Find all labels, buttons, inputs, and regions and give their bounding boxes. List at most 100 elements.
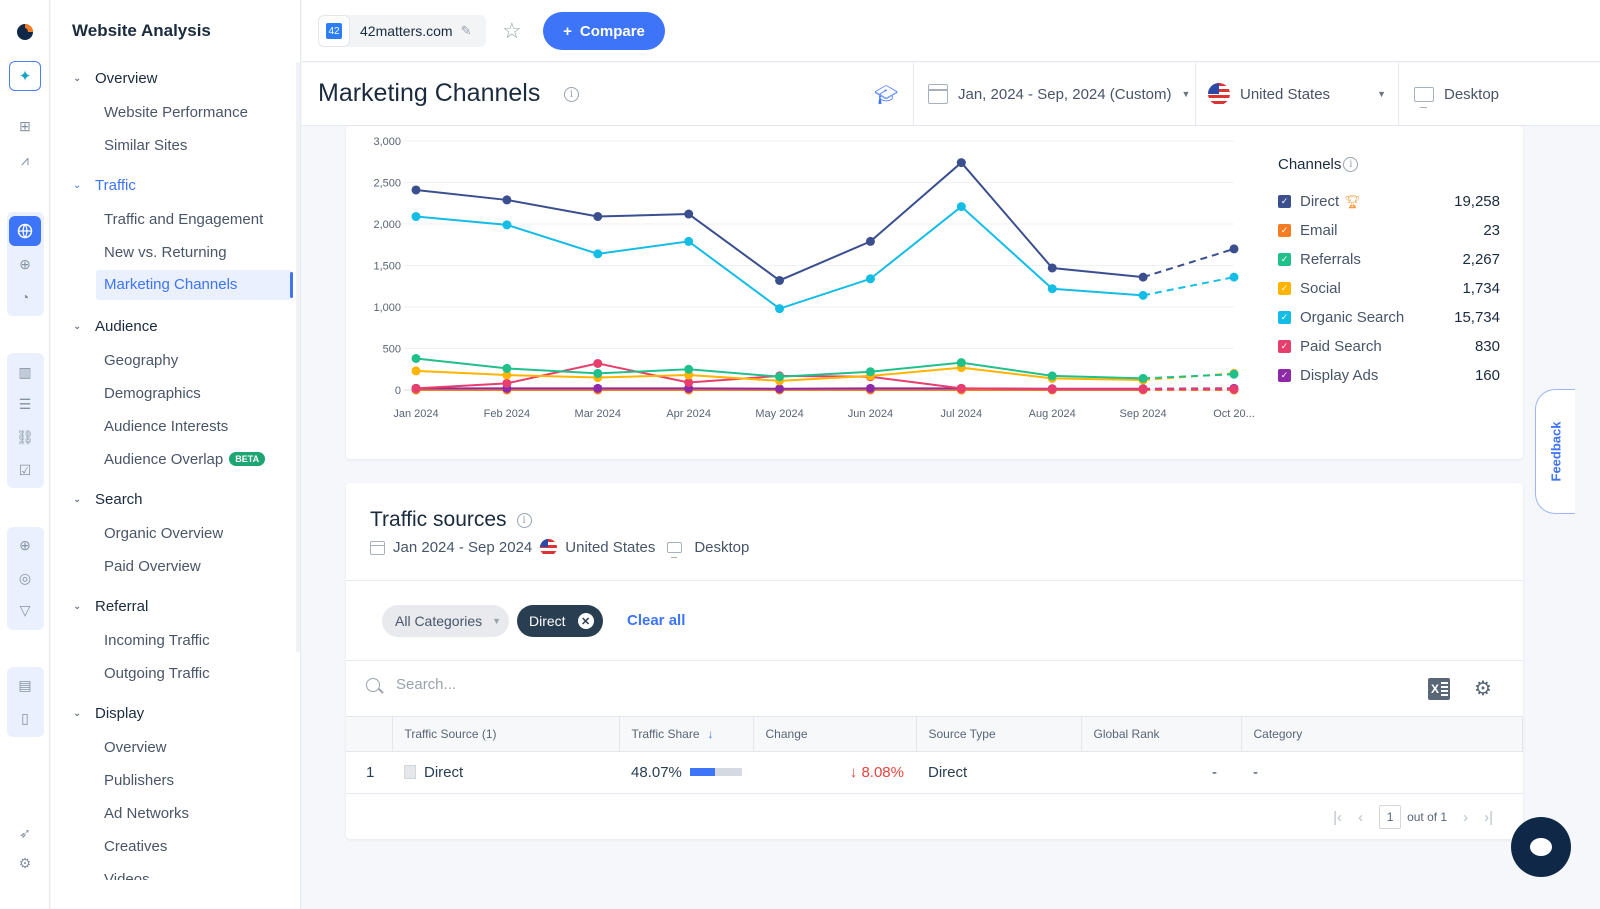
- ai-sparkle-icon[interactable]: ✦: [9, 61, 41, 91]
- mobile-icon[interactable]: ▯: [13, 706, 37, 730]
- nav-section-referral[interactable]: ⌄ Referral: [73, 598, 148, 615]
- globe-trend-icon[interactable]: ⊕: [13, 252, 37, 276]
- legend-checkbox[interactable]: ✓: [1278, 282, 1291, 295]
- nav-item-marketing-channels[interactable]: Marketing Channels: [96, 270, 292, 300]
- nav-item-traffic-engagement[interactable]: Traffic and Engagement: [104, 211, 263, 228]
- nav-item-audience-overlap[interactable]: Audience Overlap BETA: [104, 451, 266, 468]
- col-traffic-source[interactable]: Traffic Source (1): [392, 716, 620, 752]
- legend-item-organic-search[interactable]: ✓ Organic Search 15,734: [1278, 303, 1500, 332]
- compare-button[interactable]: + Compare: [543, 12, 665, 50]
- globe-icon[interactable]: [9, 216, 41, 246]
- checklist-icon[interactable]: ☑: [13, 458, 37, 482]
- legend-item-referrals[interactable]: ✓ Referrals 2,267: [1278, 245, 1500, 274]
- pencil-icon[interactable]: ✎: [461, 23, 472, 39]
- legend-value: 15,734: [1454, 309, 1500, 326]
- site-chip[interactable]: 42 42matters.com ✎: [318, 15, 486, 47]
- clear-all-link[interactable]: Clear all: [627, 612, 685, 629]
- nav-section-traffic[interactable]: ⌄ Traffic: [73, 177, 136, 194]
- col-change[interactable]: Change: [753, 716, 917, 752]
- x-tick-label: May 2024: [755, 408, 803, 420]
- change-value: 8.08%: [861, 764, 904, 781]
- data-point-direct: [1138, 272, 1148, 282]
- column-settings-icon[interactable]: ⚙: [1474, 676, 1492, 701]
- chat-button[interactable]: [1511, 817, 1571, 877]
- data-point-referrals: [411, 353, 421, 363]
- nav-section-overview[interactable]: ⌄ Overview: [73, 70, 158, 87]
- nav-section-search[interactable]: ⌄ Search: [73, 491, 143, 508]
- trend-icon[interactable]: ⩘: [13, 148, 37, 172]
- col-global-rank[interactable]: Global Rank: [1081, 716, 1242, 752]
- data-point-organic-search: [411, 212, 421, 222]
- legend-checkbox[interactable]: ✓: [1278, 253, 1291, 266]
- legend-item-social[interactable]: ✓ Social 1,734: [1278, 274, 1500, 303]
- graduation-cap-icon[interactable]: 🎓︎: [874, 83, 898, 107]
- logo-icon[interactable]: [15, 22, 35, 42]
- prev-page-icon[interactable]: ‹: [1358, 809, 1363, 826]
- page-input[interactable]: 1: [1379, 805, 1402, 829]
- bar-chart-icon[interactable]: ▥: [13, 360, 37, 384]
- legend-checkbox[interactable]: ✓: [1278, 195, 1291, 208]
- category-filter-dropdown[interactable]: All Categories ▼: [382, 605, 509, 637]
- next-page-icon[interactable]: ›: [1463, 809, 1468, 826]
- chevron-down-icon: ⌄: [73, 180, 82, 191]
- excel-export-icon[interactable]: X: [1428, 678, 1450, 700]
- legend-checkbox[interactable]: ✓: [1278, 224, 1291, 237]
- info-icon[interactable]: i: [564, 87, 579, 102]
- cell-source[interactable]: Direct: [392, 751, 619, 794]
- feedback-tab[interactable]: Feedback: [1535, 389, 1575, 514]
- nav-item-ad-networks[interactable]: Ad Networks: [104, 805, 189, 822]
- nav-item-similar-sites[interactable]: Similar Sites: [104, 137, 187, 154]
- search-list-icon[interactable]: ☰: [13, 392, 37, 416]
- legend-checkbox[interactable]: ✓: [1278, 369, 1291, 382]
- legend-checkbox[interactable]: ✓: [1278, 340, 1291, 353]
- nav-item-organic-overview[interactable]: Organic Overview: [104, 525, 223, 542]
- nav-section-display[interactable]: ⌄ Display: [73, 705, 144, 722]
- report-icon[interactable]: ▤: [13, 673, 37, 697]
- nav-item-publishers[interactable]: Publishers: [104, 772, 174, 789]
- search-target-icon[interactable]: ◎: [13, 566, 37, 590]
- nav-item-audience-interests[interactable]: Audience Interests: [104, 418, 228, 435]
- nav-item-new-vs-returning[interactable]: New vs. Returning: [104, 244, 227, 261]
- nav-item-demographics[interactable]: Demographics: [104, 385, 201, 402]
- legend-checkbox[interactable]: ✓: [1278, 311, 1291, 324]
- last-page-icon[interactable]: ›|: [1484, 809, 1493, 826]
- nav-item-incoming-traffic[interactable]: Incoming Traffic: [104, 632, 210, 649]
- nav-item-paid-overview[interactable]: Paid Overview: [104, 558, 201, 575]
- nav-item-videos[interactable]: Videos: [104, 871, 150, 880]
- star-icon[interactable]: ☆: [502, 18, 522, 44]
- device-selector[interactable]: Desktop: [1414, 63, 1499, 125]
- legend-label: Email: [1300, 222, 1338, 239]
- globe-check-icon[interactable]: ⊕: [13, 533, 37, 557]
- first-page-icon[interactable]: |‹: [1333, 809, 1342, 826]
- table-row[interactable]: 1 Direct 48.07% ↓ 8.08% Direct - -: [346, 751, 1523, 794]
- legend-item-email[interactable]: ✓ Email 23: [1278, 216, 1500, 245]
- pie-icon[interactable]: ◔: [13, 285, 37, 309]
- date-range-picker[interactable]: Jan, 2024 - Sep, 2024 (Custom) ▼: [928, 63, 1190, 125]
- funnel-icon[interactable]: ▽: [13, 598, 37, 622]
- country-selector[interactable]: United States ▼: [1208, 63, 1386, 125]
- legend-item-direct[interactable]: ✓ Direct 🏆︎ 19,258: [1278, 187, 1500, 216]
- link-icon[interactable]: ⛓: [13, 425, 37, 449]
- col-source-type[interactable]: Source Type: [916, 716, 1082, 752]
- col-traffic-share[interactable]: Traffic Share ↓: [619, 716, 754, 752]
- dashboard-add-icon[interactable]: ⊞: [13, 114, 37, 138]
- nav-item-creatives[interactable]: Creatives: [104, 838, 167, 855]
- legend-item-display-ads[interactable]: ✓ Display Ads 160: [1278, 361, 1500, 390]
- page-title: Marketing Channels: [318, 79, 541, 107]
- rocket-icon[interactable]: ➶: [13, 821, 37, 845]
- nav-section-audience[interactable]: ⌄ Audience: [73, 318, 158, 335]
- nav-item-geography[interactable]: Geography: [104, 352, 178, 369]
- nav-item-display-overview[interactable]: Overview: [104, 739, 167, 756]
- legend-item-paid-search[interactable]: ✓ Paid Search 830: [1278, 332, 1500, 361]
- remove-filter-icon[interactable]: ✕: [577, 613, 594, 629]
- search-input[interactable]: [396, 676, 796, 693]
- active-filter-chip[interactable]: Direct ✕: [517, 605, 603, 637]
- col-category[interactable]: Category: [1241, 716, 1523, 752]
- nav-scrollbar[interactable]: [296, 62, 300, 652]
- nav-item-outgoing-traffic[interactable]: Outgoing Traffic: [104, 665, 210, 682]
- gear-icon[interactable]: ⚙: [13, 851, 37, 875]
- legend-label: Display Ads: [1300, 367, 1379, 384]
- nav-item-website-performance[interactable]: Website Performance: [104, 104, 248, 121]
- info-icon[interactable]: i: [1343, 157, 1359, 172]
- info-icon[interactable]: i: [516, 512, 532, 528]
